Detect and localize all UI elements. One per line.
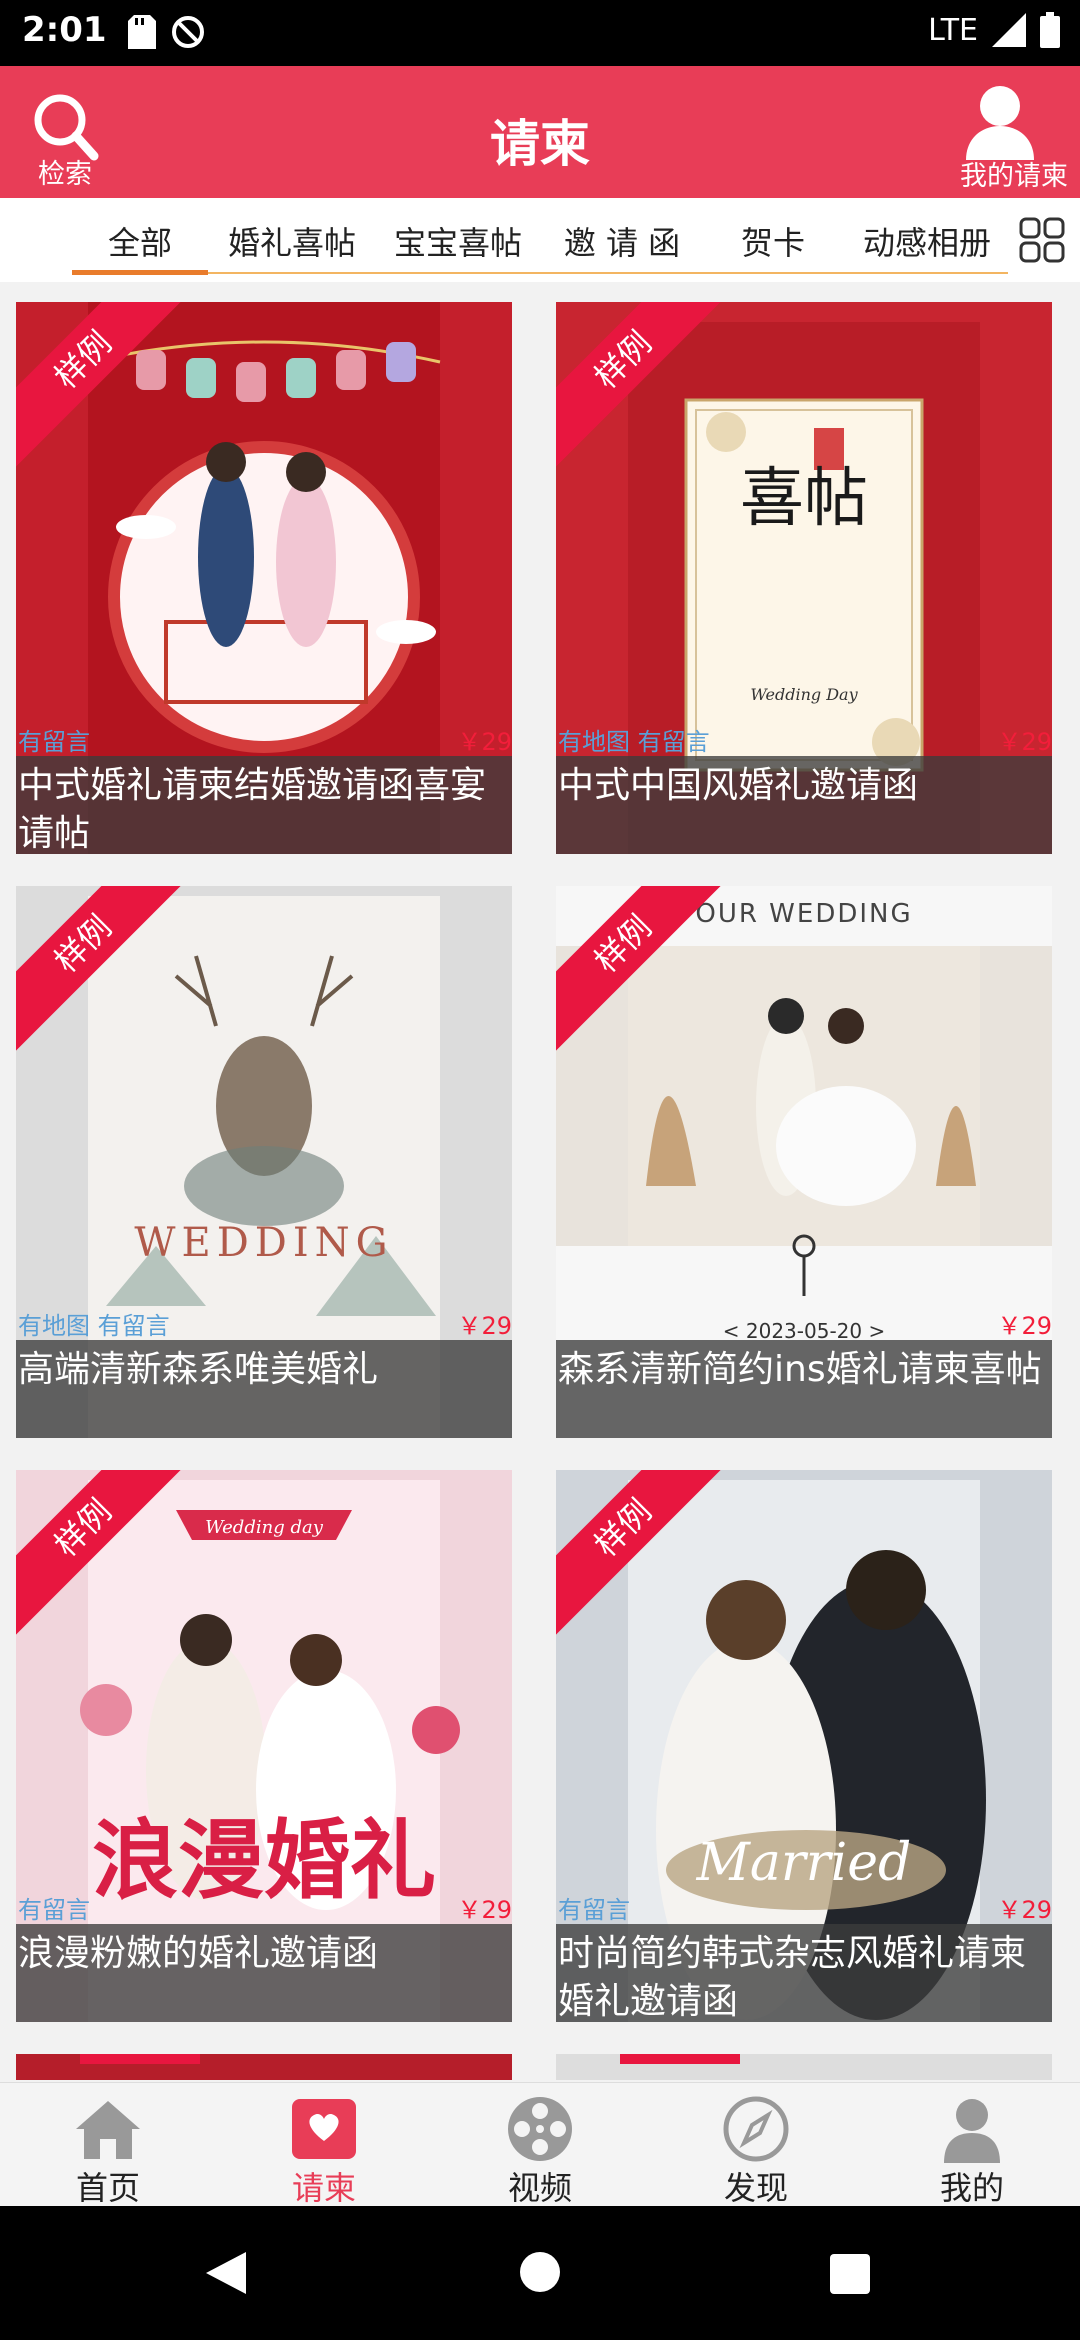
film-reel-icon <box>508 2097 572 2161</box>
nav-invitations[interactable]: 请柬 <box>216 2083 432 2207</box>
home-icon <box>76 2101 140 2159</box>
status-right: LTE <box>928 12 1060 48</box>
sd-card-icon <box>128 15 156 49</box>
compass-icon <box>723 2096 789 2162</box>
status-notification-icons <box>128 14 206 50</box>
nav-discover[interactable]: 发现 <box>648 2083 864 2207</box>
template-card-partial[interactable] <box>556 2054 1052 2080</box>
card-tags: 有留言 <box>558 1896 630 1924</box>
network-type: LTE <box>928 12 978 48</box>
nav-home[interactable]: 首页 <box>0 2083 216 2207</box>
template-card-partial[interactable] <box>16 2054 512 2080</box>
sample-ribbon-partial <box>620 2054 740 2064</box>
tab-divider <box>72 272 1008 274</box>
card-price: ￥29 <box>457 1896 512 1924</box>
tab-baby-invites[interactable]: 宝宝喜帖 <box>388 218 528 268</box>
person-icon <box>944 2099 1000 2163</box>
card-price: ￥29 <box>457 1312 512 1340</box>
app-header: 检索 请柬 我的请柬 <box>0 66 1080 198</box>
home-circle-icon[interactable] <box>520 2252 560 2292</box>
card-title: 浪漫粉嫩的婚礼邀请函 <box>18 1933 379 1974</box>
tab-wedding-invites[interactable]: 婚礼喜帖 <box>222 218 362 268</box>
card-title: 高端清新森系唯美婚礼 <box>18 1349 379 1390</box>
template-card[interactable]: WEDDING 样例 有地图 有留言 ￥29 高端清新森系唯美婚礼 <box>16 886 512 1438</box>
battery-icon <box>1040 12 1060 48</box>
data-saver-icon <box>172 16 204 48</box>
my-invitations-label[interactable]: 我的请柬 <box>960 154 1068 193</box>
card4-top-text: OUR WEDDING <box>695 899 912 929</box>
sample-ribbon-partial <box>80 2054 200 2064</box>
system-nav-bar <box>0 2206 1080 2340</box>
template-card[interactable]: 样例 有留言 ￥29 中式婚礼请柬结婚邀请函喜宴请帖 <box>16 302 512 854</box>
nav-discover-label: 发现 <box>723 2169 788 2207</box>
category-tabs: 全部 婚礼喜帖 宝宝喜帖 邀 请 函 贺卡 动感相册 <box>0 198 1080 282</box>
recents-icon[interactable] <box>830 2254 870 2294</box>
nav-video[interactable]: 视频 <box>432 2083 648 2207</box>
template-card[interactable]: OUR WEDDING < 2023-05-20 > 样例 ￥29 森系清新简约… <box>556 886 1052 1438</box>
card2-small-text: Wedding Day <box>750 685 858 704</box>
card-tags: 有留言 <box>18 728 90 756</box>
template-card[interactable]: Wedding day 浪漫婚礼 样例 有留言 ￥29 浪漫粉嫩的婚礼邀请函 <box>16 1470 512 2022</box>
active-tab-indicator <box>72 270 208 275</box>
card-tags: 有地图 有留言 <box>558 728 710 756</box>
tab-all[interactable]: 全部 <box>72 218 208 268</box>
card-price: ￥29 <box>997 728 1052 756</box>
signal-icon <box>992 13 1026 47</box>
bottom-nav: 首页 请柬 视频 发现 我的 <box>0 2082 1080 2207</box>
nav-invitations-label: 请柬 <box>291 2169 356 2207</box>
card-title: 中式中国风婚礼邀请函 <box>558 765 919 806</box>
card-tags: 有留言 <box>18 1896 90 1924</box>
card5-top-text: Wedding day <box>205 1517 324 1538</box>
nav-profile-label: 我的 <box>939 2169 1004 2207</box>
card-price: ￥29 <box>457 728 512 756</box>
user-icon <box>966 86 1034 160</box>
card2-big-text: 喜帖 <box>740 462 868 536</box>
card-price: ￥29 <box>997 1896 1052 1924</box>
card3-big-text: WEDDING <box>134 1220 393 1266</box>
tab-invitation-letters[interactable]: 邀 请 函 <box>552 218 692 268</box>
card-title: 森系清新简约ins婚礼请柬喜帖 <box>558 1349 1042 1390</box>
card-title: 中式婚礼请柬结婚邀请函喜宴请帖 <box>18 765 487 854</box>
card-price: ￥29 <box>997 1312 1052 1340</box>
card-title: 时尚简约韩式杂志风婚礼请柬婚礼邀请函 <box>558 1933 1027 2022</box>
grid-menu-icon[interactable] <box>1018 216 1066 264</box>
page-title: 请柬 <box>490 115 590 173</box>
template-grid: 样例 有留言 ￥29 中式婚礼请柬结婚邀请函喜宴请帖 喜帖 Wedding Da… <box>0 290 1080 2080</box>
template-card[interactable]: 喜帖 Wedding Day 样例 有地图 有留言 ￥29 中式中国风婚礼邀请函 <box>556 302 1052 854</box>
nav-video-label: 视频 <box>507 2169 572 2207</box>
card5-big-text: 浪漫婚礼 <box>92 1810 436 1911</box>
nav-home-label: 首页 <box>75 2169 140 2207</box>
template-card[interactable]: Married 样例 有留言 ￥29 时尚简约韩式杂志风婚礼请柬婚礼邀请函 <box>556 1470 1052 2022</box>
tab-greeting-cards[interactable]: 贺卡 <box>718 218 828 268</box>
tab-motion-albums[interactable]: 动感相册 <box>852 218 1002 268</box>
nav-profile[interactable]: 我的 <box>864 2083 1080 2207</box>
status-bar: 2:01 LTE <box>0 0 1080 66</box>
status-time: 2:01 <box>22 10 107 50</box>
card-tags: 有地图 有留言 <box>18 1312 170 1340</box>
invitation-icon <box>292 2099 356 2159</box>
back-icon[interactable] <box>204 2250 248 2296</box>
card6-script-text: Married <box>696 1833 912 1893</box>
